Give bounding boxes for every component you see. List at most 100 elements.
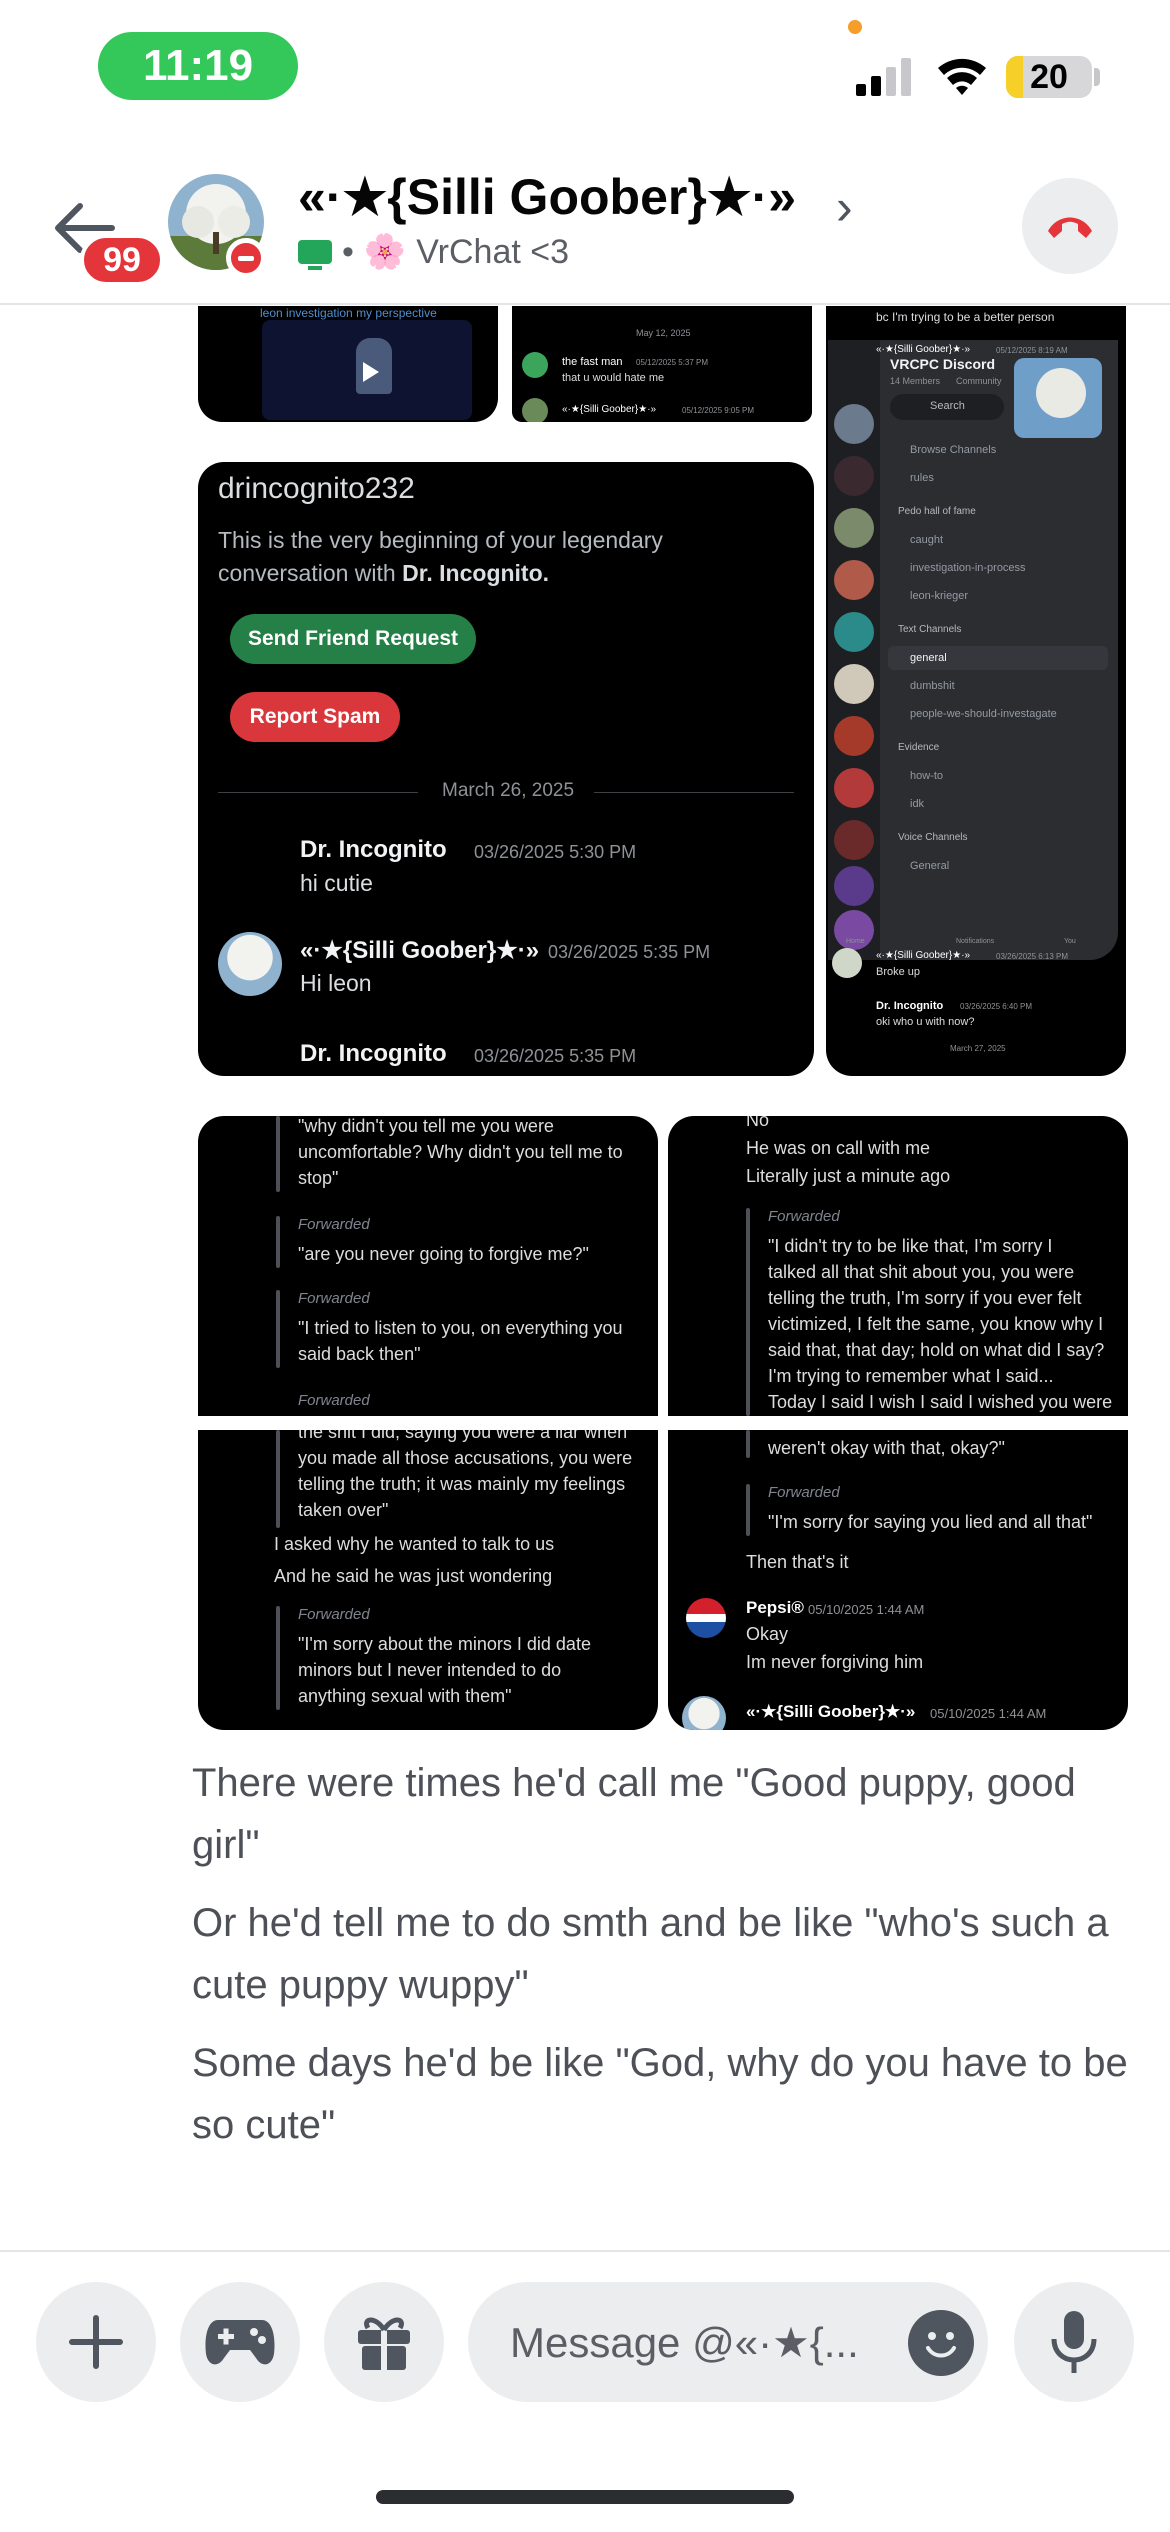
server-icon[interactable] xyxy=(834,404,874,444)
image-attachment-server-list[interactable]: bc I'm trying to be a better person «·★{… xyxy=(826,306,1126,1076)
voice-channel-item[interactable]: General xyxy=(910,860,949,872)
discord-avatar xyxy=(522,352,548,378)
channel-item[interactable]: dumbshit xyxy=(910,680,955,692)
quote-text: "I didn't try to be like that, I'm sorry… xyxy=(768,1236,1053,1256)
message-time: 05/10/2025 1:44 AM xyxy=(930,1706,1047,1721)
channel-item[interactable]: idk xyxy=(910,798,924,810)
status-bar: 11:19 20 xyxy=(0,0,1170,150)
server-icon[interactable] xyxy=(834,508,874,548)
gamepad-icon xyxy=(205,2320,275,2365)
voice-message-button[interactable] xyxy=(1014,2282,1134,2402)
server-icon[interactable] xyxy=(834,664,874,704)
channel-item[interactable]: how-to xyxy=(910,770,943,782)
end-call-button[interactable] xyxy=(1022,178,1118,274)
plus-icon xyxy=(69,2315,123,2369)
message-author: Dr. Incognito xyxy=(876,1000,944,1012)
server-community: Community xyxy=(956,376,1002,386)
message-avatar xyxy=(522,398,548,422)
chevron-right-icon[interactable]: › xyxy=(836,178,853,236)
forwarded-label: Forwarded xyxy=(298,1392,370,1409)
activities-button[interactable] xyxy=(180,2282,300,2402)
category-hall[interactable]: Pedo hall of fame xyxy=(898,506,976,517)
channel-item[interactable]: investigation-in-process xyxy=(910,562,1026,574)
quote-text: "I'm sorry for saying you lied and all t… xyxy=(768,1512,1093,1532)
date-divider: March 26, 2025 xyxy=(442,780,575,801)
quote-text: "are you never going to forgive me?" xyxy=(298,1244,589,1264)
channel-item[interactable]: caught xyxy=(910,534,943,546)
message-text: Literally just a minute ago xyxy=(746,1166,951,1186)
dm-intro: This is the very beginning of your legen… xyxy=(218,524,738,590)
message-avatar xyxy=(832,948,862,978)
quote-text: telling the truth, I'm sorry if you ever… xyxy=(768,1288,1082,1308)
cellular-signal-icon xyxy=(856,58,911,96)
channel-item[interactable]: people-we-should-investagate xyxy=(910,708,1057,720)
server-name: VRCPC Discord xyxy=(890,356,996,372)
date-divider: March 27, 2025 xyxy=(950,1044,1006,1053)
status-time[interactable]: 11:19 xyxy=(98,32,298,100)
forwarded-label: Forwarded xyxy=(298,1290,370,1307)
nav-home[interactable]: Home xyxy=(846,938,865,945)
channel-item[interactable]: leon-krieger xyxy=(910,590,968,602)
channel-rules[interactable]: rules xyxy=(910,472,934,484)
message-text: No xyxy=(746,1116,770,1130)
image-attachment-forwarded-3[interactable]: the shit I did, saying you were a liar w… xyxy=(198,1430,658,1730)
server-icon[interactable] xyxy=(834,820,874,860)
quote-text: uncomfortable? Why didn't you tell me to xyxy=(298,1142,623,1162)
category-voice[interactable]: Voice Channels xyxy=(898,832,968,843)
message-author: Pepsi® xyxy=(746,1598,804,1617)
channel-browse[interactable]: Browse Channels xyxy=(910,444,996,456)
pepsi-avatar xyxy=(686,1598,726,1638)
image-attachment-top-left[interactable]: leon investigation my perspective xyxy=(198,306,498,422)
battery-nub xyxy=(1094,68,1100,86)
message-time: 05/12/2025 9:05 PM xyxy=(682,406,755,415)
server-icon[interactable] xyxy=(834,716,874,756)
message-text[interactable]: Some days he'd be like "God, why do you … xyxy=(192,2032,1132,2156)
play-icon[interactable] xyxy=(363,362,379,382)
user-status: • 🌸 VrChat <3 xyxy=(298,232,569,272)
wifi-icon xyxy=(938,58,986,95)
dm-username: drincognito232 xyxy=(218,472,415,505)
message-author: Dr. Incognito xyxy=(300,1040,447,1067)
server-icon[interactable] xyxy=(834,456,874,496)
forwarded-label: Forwarded xyxy=(768,1208,840,1225)
message-text[interactable]: Or he'd tell me to do smth and be like "… xyxy=(192,1892,1132,2016)
message-text: And he said he was just wondering xyxy=(274,1566,553,1586)
search-label: Search xyxy=(930,400,965,412)
server-icon[interactable] xyxy=(834,768,874,808)
server-icon[interactable] xyxy=(834,612,874,652)
date-divider-line-right xyxy=(594,792,794,793)
send-friend-request-button[interactable]: Send Friend Request xyxy=(230,614,476,664)
emoji-icon[interactable] xyxy=(908,2310,974,2376)
unread-count-badge: 99 xyxy=(80,234,164,286)
image-attachment-forwarded-2[interactable]: No He was on call with me Literally just… xyxy=(668,1116,1128,1416)
category-evidence[interactable]: Evidence xyxy=(898,742,939,753)
page-title[interactable]: «·★{Silli Goober}★·» xyxy=(298,168,796,226)
forwarded-label: Forwarded xyxy=(298,1216,370,1233)
quote-bar xyxy=(276,1216,280,1268)
server-icon[interactable] xyxy=(834,866,874,906)
message-author: «·★{Silli Goober}★·» xyxy=(876,950,971,961)
quote-text: telling the truth; it was mainly my feel… xyxy=(298,1474,626,1494)
status-text: VrChat <3 xyxy=(416,232,570,271)
message-avatar xyxy=(682,1696,726,1730)
message-text: hi cutie xyxy=(300,870,373,896)
server-icon[interactable] xyxy=(834,560,874,600)
message-text[interactable]: There were times he'd call me "Good pupp… xyxy=(192,1752,1132,1876)
gift-button[interactable] xyxy=(324,2282,444,2402)
image-attachment-forwarded-4[interactable]: weren't okay with that, okay?" Forwarded… xyxy=(668,1430,1128,1730)
nav-notifications[interactable]: Notifications xyxy=(956,938,994,945)
message-text: Okay xyxy=(746,1624,789,1644)
message-text: oki who u with now? xyxy=(876,1016,975,1028)
dnd-status-icon xyxy=(226,238,266,278)
channel-item-general[interactable]: general xyxy=(910,652,947,664)
quote-bar xyxy=(276,1116,280,1192)
image-attachment-top-middle[interactable]: May 12, 2025 the fast man 05/12/2025 5:3… xyxy=(512,306,812,422)
quote-text: anything sexual with them" xyxy=(298,1686,512,1706)
add-attachment-button[interactable] xyxy=(36,2282,156,2402)
home-indicator[interactable] xyxy=(376,2490,794,2504)
image-attachment-forwarded-1[interactable]: "why didn't you tell me you were uncomfo… xyxy=(198,1116,658,1416)
image-attachment-dm-start[interactable]: drincognito232 This is the very beginnin… xyxy=(198,462,814,1076)
category-text[interactable]: Text Channels xyxy=(898,624,961,635)
nav-you[interactable]: You xyxy=(1064,938,1076,945)
report-spam-button[interactable]: Report Spam xyxy=(230,692,400,742)
